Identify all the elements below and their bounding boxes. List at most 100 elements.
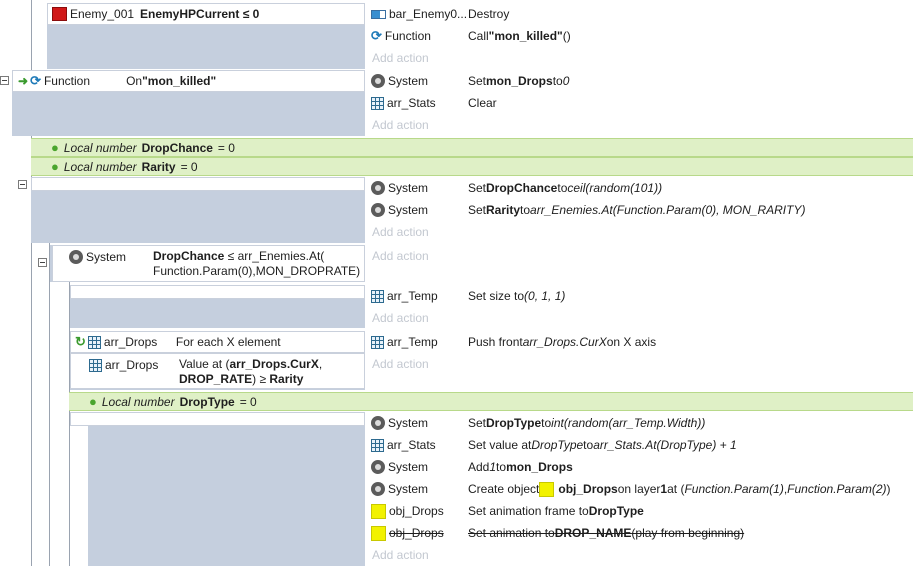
local-value: = 0	[239, 394, 257, 409]
local-variable-row[interactable]: ● Local number DropChance = 0	[31, 138, 913, 157]
object-name: arr_Drops	[103, 335, 158, 349]
disabled-action-text[interactable]: Set animation to DROP_NAME (play from be…	[463, 522, 913, 544]
local-label: Local number	[63, 140, 137, 155]
empty-condition-row[interactable]	[31, 177, 365, 191]
condition-label: ,	[318, 357, 323, 371]
action-text[interactable]: Call "mon_killed" ()	[463, 25, 913, 47]
action-text[interactable]: Clear	[463, 92, 913, 114]
action-value: int(random(arr_Temp.Width))	[551, 416, 706, 430]
action-text[interactable]: Set Rarity to arr_Enemies.At(Function.Pa…	[463, 199, 913, 221]
empty-condition-row[interactable]	[70, 412, 365, 426]
action-object[interactable]: System	[367, 199, 463, 221]
pin-icon: ●	[51, 139, 59, 155]
add-action-label: Add action	[372, 357, 429, 371]
action-label: Set animation frame to	[468, 504, 589, 518]
action-label: Set	[468, 416, 487, 430]
collapse-toggle-icon[interactable]	[18, 180, 27, 189]
event-block[interactable]	[88, 412, 365, 566]
action-text[interactable]: Destroy	[463, 3, 913, 25]
local-name: Rarity	[141, 159, 176, 174]
local-variable-row[interactable]: ● Local number DropType = 0	[69, 392, 913, 411]
action-object[interactable]: arr_Stats	[367, 92, 463, 114]
action-text[interactable]: Set value at DropType to arr_Stats.At(Dr…	[463, 434, 913, 456]
pin-icon: ●	[89, 393, 97, 409]
action-value: ceil(random(101))	[567, 181, 663, 195]
object-name: arr_Stats	[387, 438, 436, 452]
action-label: Set animation to	[468, 526, 555, 540]
condition-row[interactable]: ➜ ⟳ Function On "mon_killed"	[12, 70, 365, 92]
action-label: (play from beginning)	[631, 526, 745, 540]
add-action-link[interactable]: Add action	[367, 221, 429, 243]
action-text[interactable]: Set size to (0, 1, 1)	[463, 285, 913, 307]
action-object[interactable]: System	[367, 412, 463, 434]
local-label: Local number	[101, 394, 175, 409]
condition-row[interactable]: ↻ arr_Drops For each X element	[70, 331, 365, 353]
local-variable-row[interactable]: ● Local number Rarity = 0	[31, 157, 913, 176]
action-label: to	[583, 438, 594, 452]
condition-row[interactable]: System DropChance ≤ arr_Enemies.At( Func…	[52, 245, 365, 282]
action-label: at (	[667, 482, 685, 496]
local-value: = 0	[180, 159, 198, 174]
action-value: Function.Param(1)	[684, 482, 784, 496]
action-text[interactable]: Push front arr_Drops.CurX on X axis	[463, 331, 913, 353]
gear-icon	[371, 203, 385, 217]
gear-icon	[371, 181, 385, 195]
action-object[interactable]: System	[367, 70, 463, 92]
action-label: Add	[468, 460, 490, 474]
action-object[interactable]: arr_Temp	[367, 331, 463, 353]
action-object[interactable]: System	[367, 456, 463, 478]
gear-icon	[371, 74, 385, 88]
local-value: = 0	[217, 140, 235, 155]
object-name: arr_Drops	[105, 358, 159, 372]
condition-row[interactable]: arr_Drops Value at (arr_Drops.CurX, DROP…	[70, 353, 365, 389]
object-name: System	[388, 416, 429, 430]
action-object[interactable]: ⟳ Function	[367, 25, 463, 47]
condition-text: EnemyHPCurrent ≤ 0	[140, 7, 260, 21]
empty-condition-row[interactable]	[70, 285, 365, 299]
local-name: DropChance	[141, 140, 213, 155]
condition-row[interactable]: Enemy_001 EnemyHPCurrent ≤ 0	[47, 3, 365, 25]
action-text[interactable]: Set DropChance to ceil(random(101))	[463, 177, 913, 199]
add-action-link[interactable]: Add action	[367, 307, 429, 329]
action-label: )	[886, 482, 891, 496]
sprite-icon	[52, 7, 67, 21]
action-value: Function.Param(2)	[787, 482, 887, 496]
action-param: "mon_killed"	[488, 29, 563, 43]
action-label: Set size to	[468, 289, 525, 303]
action-label: to	[552, 74, 563, 88]
action-object[interactable]: arr_Stats	[367, 434, 463, 456]
action-object[interactable]: bar_Enemy0...	[367, 3, 467, 25]
action-text[interactable]: Create object obj_Drops on layer 1 at (F…	[463, 478, 913, 500]
action-label: Destroy	[468, 7, 510, 21]
action-object[interactable]: arr_Temp	[367, 285, 463, 307]
object-name: obj_Drops	[389, 504, 444, 518]
add-action-label: Add action	[372, 548, 429, 562]
add-action-link[interactable]: Add action	[367, 114, 429, 136]
action-text[interactable]: Set mon_Drops to 0	[463, 70, 913, 92]
action-object[interactable]: obj_Drops	[367, 500, 463, 522]
collapse-toggle-icon[interactable]	[0, 76, 9, 85]
array-grid-icon	[89, 358, 102, 372]
action-value: DropType	[531, 438, 584, 452]
condition-object: Enemy_001	[48, 7, 134, 21]
array-grid-icon	[371, 289, 384, 303]
condition-label: On	[126, 74, 143, 88]
add-action-link[interactable]: Add action	[367, 245, 429, 267]
action-text[interactable]: Add 1 to mon_Drops	[463, 456, 913, 478]
add-action-link[interactable]: Add action	[367, 353, 429, 375]
condition-text: DropChance ≤ arr_Enemies.At( Function.Pa…	[153, 249, 360, 279]
action-object[interactable]: System	[367, 177, 463, 199]
action-object[interactable]: obj_Drops	[367, 522, 463, 544]
action-text[interactable]: Set DropType to int(random(arr_Temp.Widt…	[463, 412, 913, 434]
action-object[interactable]: System	[367, 478, 463, 500]
object-name: arr_Stats	[387, 96, 436, 110]
action-text[interactable]: Set animation frame to DropType	[463, 500, 913, 522]
add-action-link[interactable]: Add action	[367, 47, 429, 69]
array-grid-icon	[371, 335, 384, 349]
action-label: to	[557, 181, 568, 195]
condition-text: Value at (arr_Drops.CurX, DROP_RATE) ≥ R…	[179, 357, 322, 387]
add-action-link[interactable]: Add action	[367, 544, 429, 566]
object-name: arr_Temp	[387, 289, 438, 303]
collapse-toggle-icon[interactable]	[38, 258, 47, 267]
object-name: System	[388, 460, 429, 474]
